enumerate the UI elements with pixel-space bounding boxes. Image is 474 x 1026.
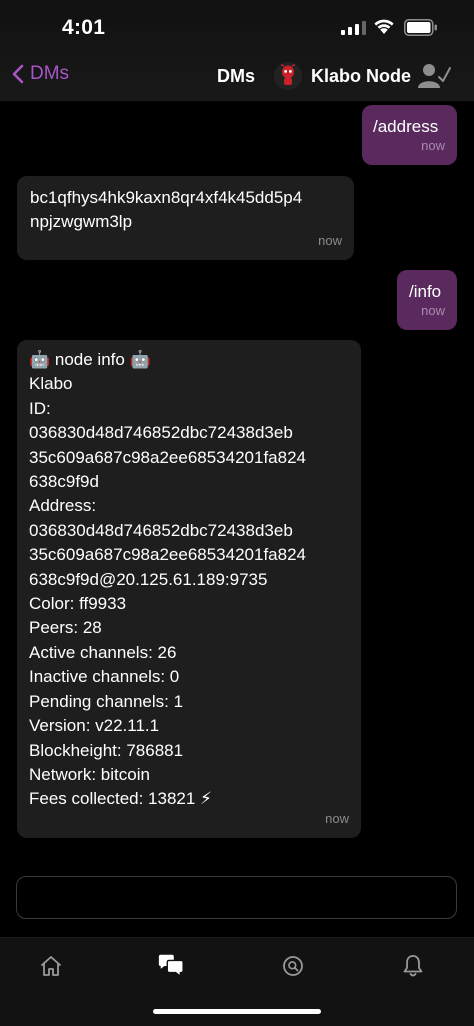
robot-avatar-icon: [280, 64, 296, 85]
contact-header[interactable]: Klabo Node: [274, 62, 411, 90]
message-timestamp: now: [325, 810, 349, 826]
message-bubble-outgoing[interactable]: /address now: [362, 105, 457, 165]
top-header: 4:01 DMs DMs Klabo Node: [0, 0, 474, 101]
user-check-icon[interactable]: [418, 63, 452, 89]
message-input[interactable]: [16, 876, 457, 919]
bell-icon: [403, 955, 423, 977]
tab-messages[interactable]: [157, 952, 185, 980]
message-timestamp: now: [421, 302, 445, 318]
status-bar: 4:01: [0, 0, 474, 56]
back-label: DMs: [30, 63, 70, 84]
cellular-signal-icon: [341, 20, 366, 35]
home-icon: [41, 956, 61, 976]
home-indicator: [153, 1009, 321, 1014]
message-bubble-incoming[interactable]: 🤖 node info 🤖 Klabo ID: 036830d48d746852…: [17, 340, 361, 838]
message-timestamp: now: [318, 232, 342, 248]
avatar: [274, 62, 302, 90]
navigation-bar: DMs DMs Klabo Node: [0, 56, 474, 101]
back-button[interactable]: DMs: [12, 63, 69, 85]
contact-name: Klabo Node: [311, 65, 412, 86]
chevron-left-icon: [12, 64, 24, 84]
battery-icon: [404, 19, 437, 36]
page-title: DMs: [217, 66, 256, 86]
search-icon: [283, 956, 303, 976]
tab-search[interactable]: [279, 952, 307, 980]
message-timestamp: now: [421, 137, 445, 153]
tab-home[interactable]: [37, 952, 65, 980]
chat-bubbles-icon: [158, 954, 184, 978]
message-text: 🤖 node info 🤖 Klabo ID: 036830d48d746852…: [29, 350, 306, 809]
message-bubble-incoming[interactable]: bc1qfhys4hk9kaxn8qr4xf4k45dd5p4 npjzwgwm…: [17, 176, 354, 260]
message-text: bc1qfhys4hk9kaxn8qr4xf4k45dd5p4 npjzwgwm…: [30, 188, 303, 232]
message-bubble-outgoing[interactable]: /info now: [397, 270, 457, 330]
wifi-icon: [374, 19, 394, 34]
tab-notifications[interactable]: [399, 952, 427, 980]
status-time: 4:01: [62, 16, 106, 39]
